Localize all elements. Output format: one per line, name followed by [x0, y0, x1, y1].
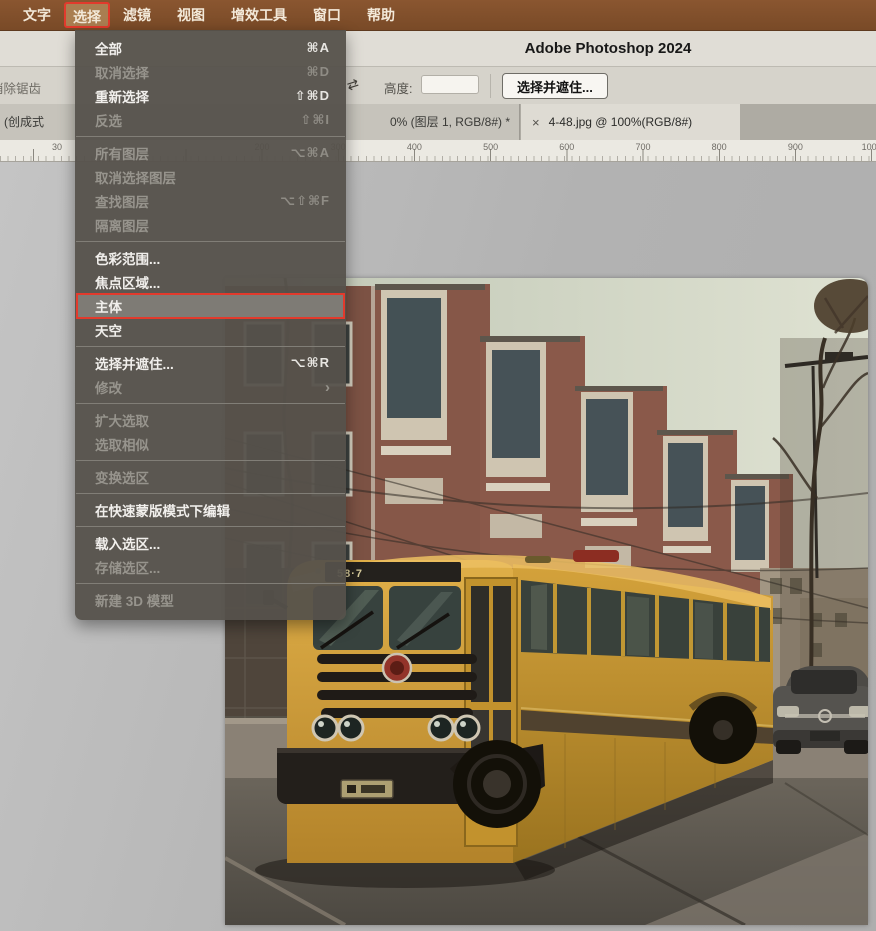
menu-item: 取消选择⌘D — [75, 60, 346, 84]
tab-title-fragment-right: 0% (图层 1, RGB/8#) * — [390, 104, 510, 140]
ruler-number: 700 — [635, 142, 650, 152]
menu-item: 扩大选取 — [75, 408, 346, 432]
height-label: 高度: — [384, 78, 412, 97]
menu-item-label: 隔离图层 — [95, 215, 330, 235]
tab-title-fragment-left: (创成式 — [4, 104, 44, 140]
menu-item: 新建 3D 模型 — [75, 588, 346, 612]
menu-item: 查找图层⌥⇧⌘F — [75, 189, 346, 213]
menubar: 文字选择滤镜视图增效工具窗口帮助 — [0, 0, 876, 30]
menu-separator — [76, 136, 345, 137]
menu-item-label: 新建 3D 模型 — [95, 590, 330, 610]
menu-separator — [76, 493, 345, 494]
select-and-mask-button[interactable]: 选择并遮住... — [502, 73, 608, 99]
menu-item-label: 存储选区... — [95, 557, 330, 577]
ruler-number: 30 — [52, 142, 62, 152]
menubar-item[interactable]: 增效工具 — [218, 2, 300, 28]
height-input[interactable] — [421, 75, 479, 94]
menu-item-label: 取消选择图层 — [95, 167, 330, 187]
menubar-item[interactable]: 文字 — [10, 2, 64, 28]
select-menu-dropdown: 全部⌘A取消选择⌘D重新选择⇧⌘D反选⇧⌘I所有图层⌥⌘A取消选择图层查找图层⌥… — [75, 30, 346, 620]
menu-item[interactable]: 选择并遮住...⌥⌘R — [75, 351, 346, 375]
submenu-arrow-icon: › — [325, 380, 330, 395]
menu-item-label: 反选 — [95, 110, 300, 130]
menu-separator — [76, 526, 345, 527]
menu-item-label: 主体 — [95, 296, 330, 316]
menu-item[interactable]: 天空 — [75, 318, 346, 342]
menu-item-shortcut: ⌥⇧⌘F — [280, 193, 330, 209]
menu-separator — [76, 241, 345, 242]
options-divider — [490, 74, 491, 98]
menu-item: 选取相似 — [75, 432, 346, 456]
swap-dimensions-icon[interactable]: ⇄ — [345, 75, 361, 95]
menu-item-shortcut: ⌥⌘R — [291, 355, 330, 371]
menu-item-label: 扩大选取 — [95, 410, 330, 430]
antialias-label: 消除锯齿 — [0, 78, 41, 97]
menu-item-shortcut: ⇧⌘D — [295, 88, 330, 104]
menu-item[interactable]: 载入选区... — [75, 531, 346, 555]
menu-item[interactable]: 在快速蒙版模式下编辑 — [75, 498, 346, 522]
menu-item-label: 载入选区... — [95, 533, 330, 553]
menu-separator — [76, 346, 345, 347]
menu-item-label: 选取相似 — [95, 434, 330, 454]
ruler-number: 900 — [788, 142, 803, 152]
menu-item: 反选⇧⌘I — [75, 108, 346, 132]
menu-item-label: 查找图层 — [95, 191, 280, 211]
ruler-number: 600 — [559, 142, 574, 152]
menu-item-label: 修改 — [95, 377, 325, 397]
menu-item[interactable]: 焦点区域... — [75, 270, 346, 294]
menu-item-shortcut: ⌥⌘A — [291, 145, 330, 161]
tab-document-active[interactable]: × 4-48.jpg @ 100%(RGB/8#) — [521, 104, 740, 140]
menu-item-label: 全部 — [95, 38, 307, 58]
menubar-item[interactable]: 滤镜 — [110, 2, 164, 28]
trees-and-streetlight — [773, 279, 868, 708]
menubar-item[interactable]: 帮助 — [354, 2, 408, 28]
menu-item[interactable]: 全部⌘A — [75, 36, 346, 60]
menu-item: 变换选区 — [75, 465, 346, 489]
menubar-item-selected-annotated[interactable]: 选择 — [64, 2, 110, 28]
menu-item: 存储选区... — [75, 555, 346, 579]
menu-item-label: 焦点区域... — [95, 272, 330, 292]
ruler-number: 400 — [407, 142, 422, 152]
menu-item-label: 色彩范围... — [95, 248, 330, 268]
menu-item-label: 在快速蒙版模式下编辑 — [95, 500, 330, 520]
menu-item-shortcut: ⌘D — [307, 64, 330, 80]
ruler-number: 1000 — [862, 142, 876, 152]
menu-separator — [76, 403, 345, 404]
menu-item: 所有图层⌥⌘A — [75, 141, 346, 165]
app-title: Adobe Photoshop 2024 — [340, 31, 876, 66]
menu-item-label: 取消选择 — [95, 62, 307, 82]
menubar-item[interactable]: 窗口 — [300, 2, 354, 28]
menu-item-label: 天空 — [95, 320, 330, 340]
menu-item[interactable]: 重新选择⇧⌘D — [75, 84, 346, 108]
menu-item[interactable]: 色彩范围... — [75, 246, 346, 270]
menu-separator — [76, 583, 345, 584]
menubar-item[interactable]: 视图 — [164, 2, 218, 28]
menu-separator — [76, 460, 345, 461]
tab-title: 4-48.jpg @ 100%(RGB/8#) — [549, 115, 693, 129]
menu-item-label: 重新选择 — [95, 86, 295, 106]
menu-item-shortcut: ⌘A — [307, 40, 330, 56]
menu-item-subject-annotated[interactable]: 主体 — [77, 294, 344, 318]
menu-item-label: 所有图层 — [95, 143, 291, 163]
menu-item: 隔离图层 — [75, 213, 346, 237]
menu-item: 取消选择图层 — [75, 165, 346, 189]
menu-item-label: 变换选区 — [95, 467, 330, 487]
ruler-number: 800 — [712, 142, 727, 152]
menu-item: 修改› — [75, 375, 346, 399]
ruler-number: 500 — [483, 142, 498, 152]
menu-item-shortcut: ⇧⌘I — [300, 112, 330, 128]
tab-close-icon[interactable]: × — [532, 115, 540, 130]
menu-item-label: 选择并遮住... — [95, 353, 291, 373]
